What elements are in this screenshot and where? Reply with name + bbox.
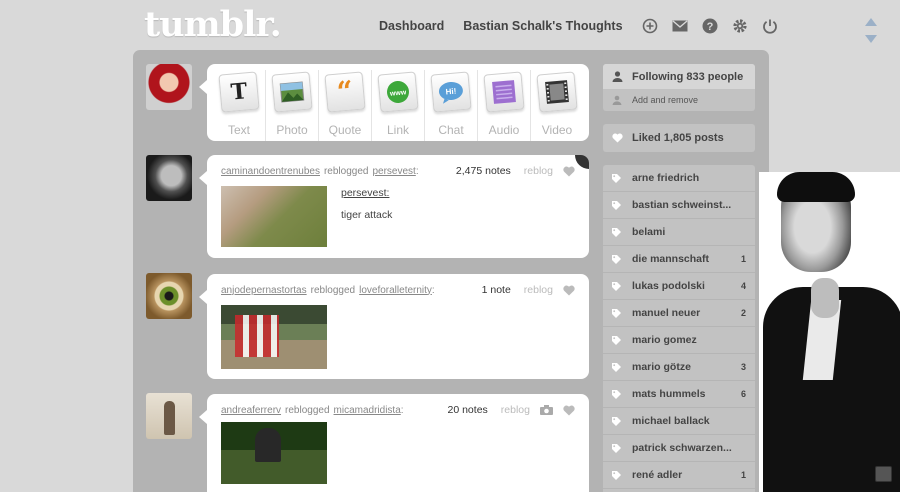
post-type-video[interactable]: Video (530, 70, 583, 141)
tracked-tags-list: arne friedrich bastian schweinst... bela… (603, 165, 755, 492)
audio-icon (483, 71, 525, 113)
scroll-to-top-button[interactable] (875, 466, 892, 482)
post-author-link[interactable]: andreaferrerv (221, 405, 281, 416)
tag-icon (612, 389, 621, 399)
tracked-tag[interactable]: patrick schwarzen... (603, 435, 755, 462)
tag-icon (612, 443, 621, 453)
reblog-button[interactable]: reblog (524, 284, 553, 296)
scroll-down-icon[interactable] (865, 35, 877, 43)
top-navigation: Dashboard Bastian Schalk's Thoughts ? (379, 17, 792, 34)
tag-icon (612, 254, 621, 264)
avatar[interactable] (146, 393, 192, 439)
photo-icon (271, 71, 313, 113)
chat-icon: Hi! (430, 71, 472, 113)
post-type-photo[interactable]: Photo (265, 70, 318, 141)
post-header: anjodepernastortas reblogged loveforalle… (221, 283, 575, 297)
tracked-tag[interactable]: bastian schweinst... (603, 192, 755, 219)
tracked-tag[interactable]: mario gomez (603, 327, 755, 354)
link-icon: www (377, 71, 419, 113)
post-type-link[interactable]: www Link (371, 70, 424, 141)
nav-dashboard[interactable]: Dashboard (379, 19, 444, 33)
dashboard-post: caminandoentrenubes reblogged persevest:… (199, 155, 589, 258)
video-icon (536, 71, 578, 113)
post-text-title[interactable]: persevest: (341, 187, 392, 199)
tag-icon (612, 281, 621, 291)
help-icon[interactable]: ? (702, 17, 719, 34)
post-action: reblogged (310, 284, 356, 296)
post-action: reblogged (323, 165, 369, 177)
tag-icon (612, 362, 621, 372)
tracked-tag[interactable]: manuel neuer 2 (603, 300, 755, 327)
post-composer: T Text Photo “ Quote www Link Hi! Chat A… (199, 64, 589, 141)
following-link[interactable]: Following 833 people (603, 64, 755, 89)
post-author-link[interactable]: caminandoentrenubes (221, 166, 320, 177)
tracked-tag[interactable]: rené adler 1 (603, 462, 755, 489)
post-author-link[interactable]: anjodepernastortas (221, 285, 307, 296)
post-action: reblogged (285, 404, 330, 416)
add-and-remove-link[interactable]: Add and remove (603, 89, 755, 111)
tag-icon (612, 308, 621, 318)
dashboard-post: andreaferrerv reblogged micamadridista: … (199, 394, 589, 492)
post-notes-count[interactable]: 20 notes (448, 404, 488, 416)
post-type-chat[interactable]: Hi! Chat (424, 70, 477, 141)
heart-icon[interactable] (563, 405, 575, 416)
tracked-tag[interactable]: arne friedrich (603, 165, 755, 192)
tracked-tag[interactable]: mario götze 3 (603, 354, 755, 381)
tracked-tag[interactable]: belami (603, 219, 755, 246)
power-icon[interactable] (762, 17, 779, 34)
post-source-link[interactable]: loveforalleternity (359, 285, 432, 296)
post-source-link[interactable]: micamadridista (334, 405, 401, 416)
mail-icon[interactable] (672, 17, 689, 34)
avatar[interactable] (146, 64, 192, 110)
camera-icon (540, 405, 553, 415)
tracked-tag[interactable]: mats hummels 6 (603, 381, 755, 408)
post-photo-thumbnail[interactable] (221, 186, 327, 247)
tag-icon (612, 173, 621, 183)
tag-icon (612, 200, 621, 210)
heart-icon[interactable] (563, 285, 575, 296)
following-box: Following 833 people Add and remove (603, 64, 755, 111)
post-header: andreaferrerv reblogged micamadridista: … (221, 403, 575, 417)
post-photo-thumbnail[interactable] (221, 422, 327, 484)
tracked-tag[interactable]: michael ballack (603, 408, 755, 435)
reblog-button[interactable]: reblog (524, 165, 553, 177)
tag-icon (612, 470, 621, 480)
person-add-icon (612, 95, 622, 105)
svg-text:?: ? (707, 21, 714, 33)
person-icon (612, 71, 623, 82)
post-source-link[interactable]: persevest (372, 166, 415, 177)
post-header: caminandoentrenubes reblogged persevest:… (221, 164, 575, 178)
liked-posts-link[interactable]: Liked 1,805 posts (603, 124, 755, 152)
heart-icon (612, 133, 623, 143)
post-photo-thumbnail[interactable] (221, 305, 327, 369)
post-type-quote[interactable]: “ Quote (318, 70, 371, 141)
reblog-button[interactable]: reblog (501, 404, 530, 416)
heart-icon[interactable] (563, 166, 575, 177)
scroll-up-icon[interactable] (865, 18, 877, 26)
avatar[interactable] (146, 155, 192, 201)
post-text: persevest: tiger attack (341, 187, 392, 221)
tracked-tag[interactable]: die mannschaft 1 (603, 246, 755, 273)
dashboard-post: anjodepernastortas reblogged loveforalle… (199, 274, 589, 379)
tracked-tag[interactable]: lukas podolski 4 (603, 273, 755, 300)
post-corner-fold[interactable] (575, 155, 589, 169)
background-photo (759, 172, 900, 492)
nav-blog-title[interactable]: Bastian Schalk's Thoughts (463, 19, 622, 33)
post-notes-count[interactable]: 1 note (482, 284, 511, 296)
scroll-arrows (865, 18, 877, 52)
post-type-audio[interactable]: Audio (477, 70, 530, 141)
post-type-text[interactable]: T Text (213, 70, 265, 141)
quote-icon: “ (324, 71, 366, 113)
text-icon: T (218, 71, 260, 113)
tag-icon (612, 416, 621, 426)
plus-circle-icon[interactable] (642, 17, 659, 34)
avatar[interactable] (146, 273, 192, 319)
post-notes-count[interactable]: 2,475 notes (456, 165, 511, 177)
post-text-body: tiger attack (341, 209, 393, 221)
svg-text:Hi!: Hi! (445, 87, 456, 97)
tumblr-logo[interactable]: tumblr. (144, 4, 282, 45)
tag-icon (612, 227, 621, 237)
gear-icon[interactable] (732, 17, 749, 34)
tag-icon (612, 335, 621, 345)
